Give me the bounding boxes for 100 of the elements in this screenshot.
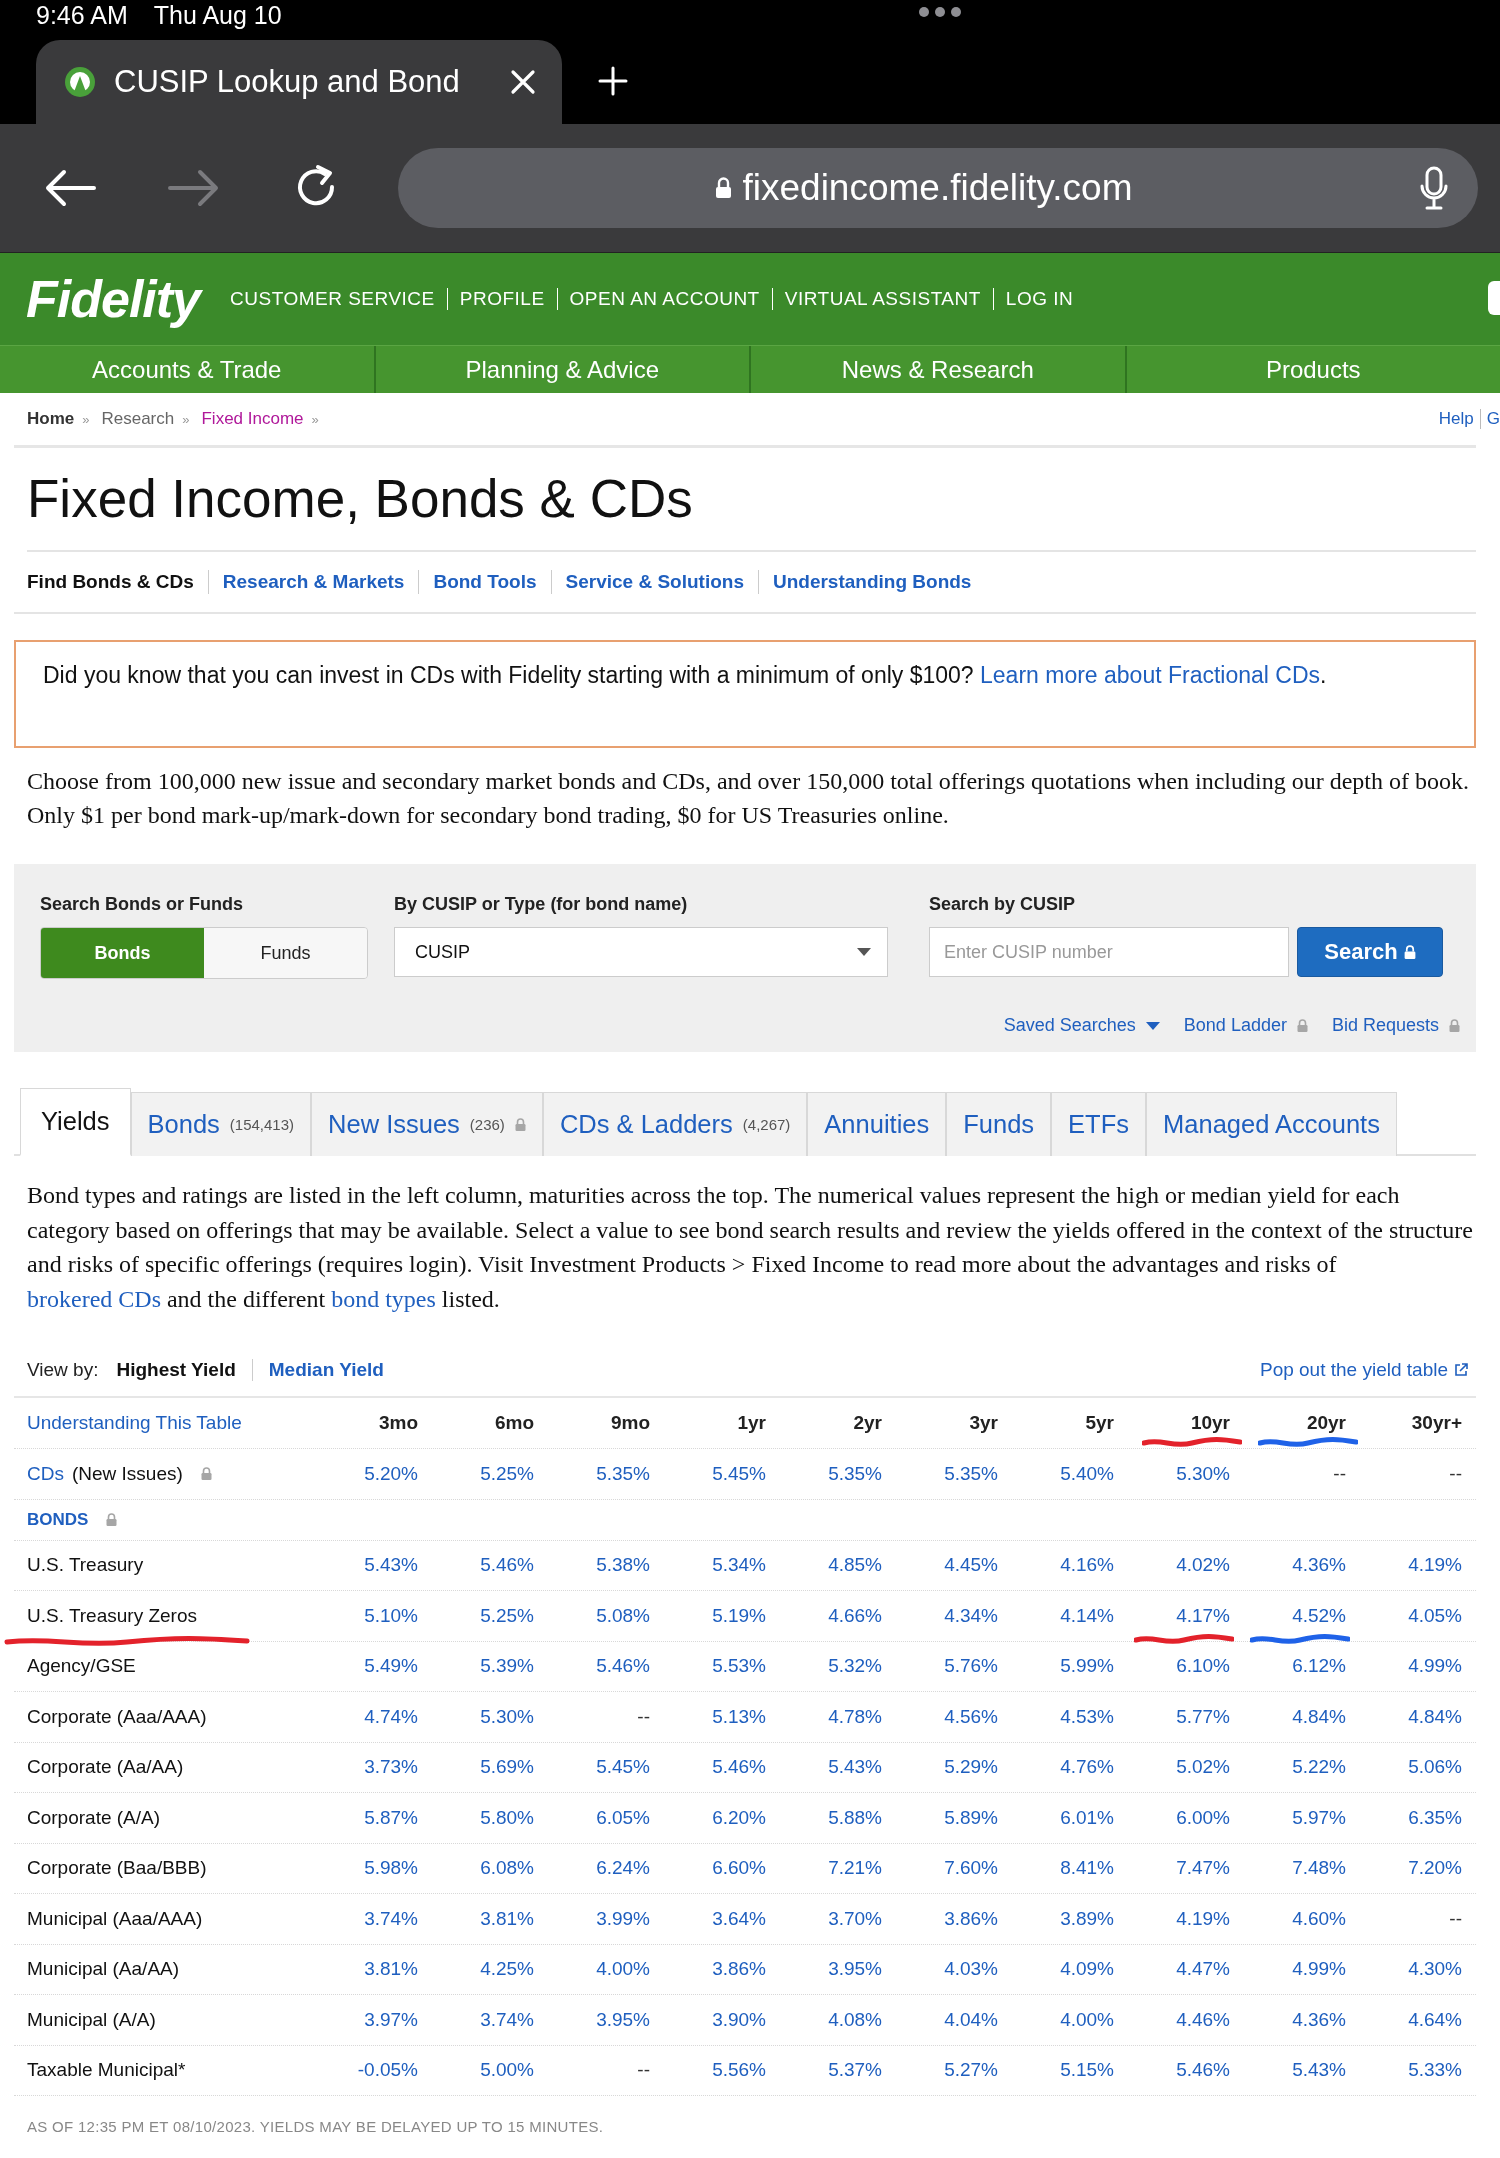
yield-value[interactable]: 4.85% [828, 1554, 882, 1577]
yield-value[interactable]: 8.41% [1060, 1857, 1114, 1880]
nav-item[interactable]: Products [1126, 346, 1500, 393]
yield-value[interactable]: 5.29% [944, 1756, 998, 1779]
search-link[interactable]: Saved Searches [1003, 1015, 1160, 1036]
yield-value[interactable]: 6.08% [480, 1857, 534, 1880]
yield-value[interactable]: 6.24% [596, 1857, 650, 1880]
utility-link[interactable]: Help [1438, 409, 1474, 429]
yield-value[interactable]: 5.20% [364, 1462, 418, 1485]
search-link[interactable]: Bid Requests [1331, 1015, 1460, 1036]
yield-value[interactable]: 5.19% [712, 1604, 766, 1627]
nav-item[interactable]: Accounts & Trade [0, 346, 376, 393]
yield-value[interactable]: 5.77% [1176, 1705, 1230, 1728]
yield-value[interactable]: 4.56% [944, 1705, 998, 1728]
yield-value[interactable]: 3.95% [596, 2008, 650, 2031]
breadcrumb-link[interactable]: Research [101, 409, 175, 429]
yield-value[interactable]: 5.46% [712, 1756, 766, 1779]
mode-toggle[interactable]: Funds [204, 928, 367, 978]
content-tab[interactable]: Annuities [807, 1092, 947, 1156]
header-link[interactable]: CUSTOMER SERVICE [230, 288, 435, 310]
header-link[interactable]: VIRTUAL ASSISTANT [784, 288, 981, 310]
yield-value[interactable]: 3.95% [828, 1958, 882, 1981]
section-tab[interactable]: Bond Tools [418, 570, 551, 594]
cusip-field[interactable]: Enter CUSIP number [929, 927, 1289, 977]
breadcrumb-link[interactable]: Home [27, 409, 75, 429]
yield-value[interactable]: 5.46% [480, 1554, 534, 1577]
yield-value[interactable]: 5.53% [712, 1655, 766, 1678]
yield-value[interactable]: 5.43% [364, 1554, 418, 1577]
content-tab[interactable]: CDs & Ladders (4,267) [542, 1092, 808, 1156]
yield-value[interactable]: 4.34% [944, 1604, 998, 1627]
header-link[interactable]: OPEN AN ACCOUNT [569, 288, 760, 310]
mode-toggle[interactable]: Bonds [41, 928, 204, 978]
breadcrumb-link[interactable]: Fixed Income [201, 409, 304, 429]
yield-value[interactable]: 6.10% [1176, 1655, 1230, 1678]
yield-value[interactable]: 5.35% [828, 1462, 882, 1485]
yield-value[interactable]: 7.20% [1408, 1857, 1462, 1880]
yield-value[interactable]: 5.76% [944, 1655, 998, 1678]
yield-value[interactable]: 4.09% [1060, 1958, 1114, 1981]
yield-value[interactable]: 5.25% [480, 1604, 534, 1627]
yield-value[interactable]: 4.05% [1408, 1604, 1462, 1627]
yield-value[interactable]: 4.08% [828, 2008, 882, 2031]
yield-value[interactable]: 3.86% [712, 1958, 766, 1981]
yield-value[interactable]: 5.89% [944, 1806, 998, 1829]
yield-value[interactable]: 5.45% [712, 1462, 766, 1485]
view-option[interactable]: Highest Yield [116, 1359, 253, 1381]
content-tab[interactable]: New Issues (236) [311, 1092, 543, 1156]
yield-value[interactable]: 4.14% [1060, 1604, 1114, 1627]
yield-value[interactable]: 4.02% [1176, 1554, 1230, 1577]
yield-value[interactable]: 6.35% [1408, 1806, 1462, 1829]
header-link[interactable]: LOG IN [1005, 288, 1074, 310]
yield-value[interactable]: 4.53% [1060, 1705, 1114, 1728]
yield-value[interactable]: 4.03% [944, 1958, 998, 1981]
yield-value[interactable]: 5.46% [1176, 2059, 1230, 2082]
inline-link[interactable]: bond types [331, 1285, 436, 1312]
yield-value[interactable]: 4.30% [1408, 1958, 1462, 1981]
yield-value[interactable]: 4.66% [828, 1604, 882, 1627]
section-tab[interactable]: Research & Markets [207, 570, 419, 594]
yield-value[interactable]: 3.70% [828, 1907, 882, 1930]
yield-value[interactable]: 4.19% [1176, 1907, 1230, 1930]
yield-value[interactable]: 4.84% [1292, 1705, 1346, 1728]
yield-value[interactable]: 5.35% [944, 1462, 998, 1485]
yield-value[interactable]: 5.30% [1176, 1462, 1230, 1485]
row-link[interactable]: CDs [27, 1462, 64, 1485]
yield-value[interactable]: 6.00% [1176, 1806, 1230, 1829]
view-option[interactable]: Median Yield [252, 1359, 400, 1381]
yield-value[interactable]: 4.36% [1292, 1554, 1346, 1577]
yield-value[interactable]: 6.12% [1292, 1655, 1346, 1678]
nav-item[interactable]: Planning & Advice [375, 346, 751, 393]
header-link[interactable]: PROFILE [459, 288, 545, 310]
yield-value[interactable]: 4.00% [596, 1958, 650, 1981]
address-bar[interactable]: fixedincome.fidelity.com [398, 148, 1478, 228]
yield-value[interactable]: 3.99% [596, 1907, 650, 1930]
yield-value[interactable]: 5.39% [480, 1655, 534, 1678]
yield-value[interactable]: 4.16% [1060, 1554, 1114, 1577]
yield-value[interactable]: 4.60% [1292, 1907, 1346, 1930]
yield-value[interactable]: 4.84% [1408, 1705, 1462, 1728]
yield-value[interactable]: 3.90% [712, 2008, 766, 2031]
yield-value[interactable]: 6.20% [712, 1806, 766, 1829]
nav-item[interactable]: News & Research [751, 346, 1127, 393]
yield-value[interactable]: 5.88% [828, 1806, 882, 1829]
yield-value[interactable]: 4.64% [1408, 2008, 1462, 2031]
yield-value[interactable]: 7.21% [828, 1857, 882, 1880]
fractional-cds-link[interactable]: Learn more about Fractional CDs [980, 662, 1321, 688]
yield-value[interactable]: 4.78% [828, 1705, 882, 1728]
microphone-icon[interactable] [1420, 166, 1448, 210]
yield-value[interactable]: 5.06% [1408, 1756, 1462, 1779]
yield-value[interactable]: 5.15% [1060, 2059, 1114, 2082]
yield-value[interactable]: 3.89% [1060, 1907, 1114, 1930]
section-tab[interactable]: Understanding Bonds [757, 570, 986, 594]
section-tab[interactable]: Service & Solutions [550, 570, 758, 594]
table-link[interactable]: Understanding This Table [27, 1412, 242, 1434]
yield-value[interactable]: 4.74% [364, 1705, 418, 1728]
yield-value[interactable]: 4.76% [1060, 1756, 1114, 1779]
yield-value[interactable]: 5.37% [828, 2059, 882, 2082]
yield-value[interactable]: 4.47% [1176, 1958, 1230, 1981]
yield-value[interactable]: 5.99% [1060, 1655, 1114, 1678]
yield-value[interactable]: 7.47% [1176, 1857, 1230, 1880]
yield-value[interactable]: 4.17% [1176, 1604, 1230, 1627]
fidelity-logo[interactable]: Fidelity [26, 269, 201, 329]
yield-value[interactable]: 6.01% [1060, 1806, 1114, 1829]
